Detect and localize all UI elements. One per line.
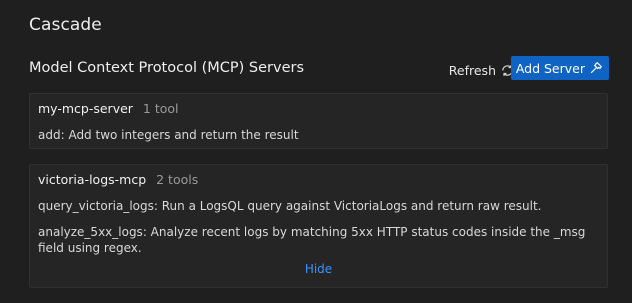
refresh-button[interactable]: Refresh: [449, 59, 515, 81]
mcp-section-title: Model Context Protocol (MCP) Servers: [29, 60, 305, 76]
hammer-icon: [589, 61, 603, 75]
cascade-panel: Cascade Model Context Protocol (MCP) Ser…: [0, 0, 632, 303]
add-server-button[interactable]: Add Server: [510, 56, 609, 80]
refresh-label: Refresh: [448, 62, 496, 78]
mcp-section-header: Model Context Protocol (MCP) Servers Ref…: [29, 56, 609, 81]
tool-count: 2 tools: [156, 172, 199, 187]
tool-description: query_victoria_logs: Run a LogsQL query …: [38, 199, 542, 213]
server-header: victoria-logs-mcp 2 tools: [38, 172, 198, 187]
server-card-victoria-logs-mcp: victoria-logs-mcp 2 tools query_victoria…: [29, 164, 608, 288]
tool-description: add: Add two integers and return the res…: [38, 128, 299, 142]
server-header: my-mcp-server 1 tool: [38, 101, 179, 116]
hide-tools-link[interactable]: Hide: [30, 262, 607, 276]
tool-count: 1 tool: [142, 101, 179, 116]
server-name: my-mcp-server: [38, 101, 133, 116]
tool-description: analyze_5xx_logs: Analyze recent logs by…: [38, 225, 586, 255]
add-server-label: Add Server: [515, 60, 585, 76]
server-card-my-mcp-server: my-mcp-server 1 tool add: Add two intege…: [29, 93, 608, 149]
server-name: victoria-logs-mcp: [38, 172, 147, 187]
panel-title: Cascade: [29, 15, 102, 35]
